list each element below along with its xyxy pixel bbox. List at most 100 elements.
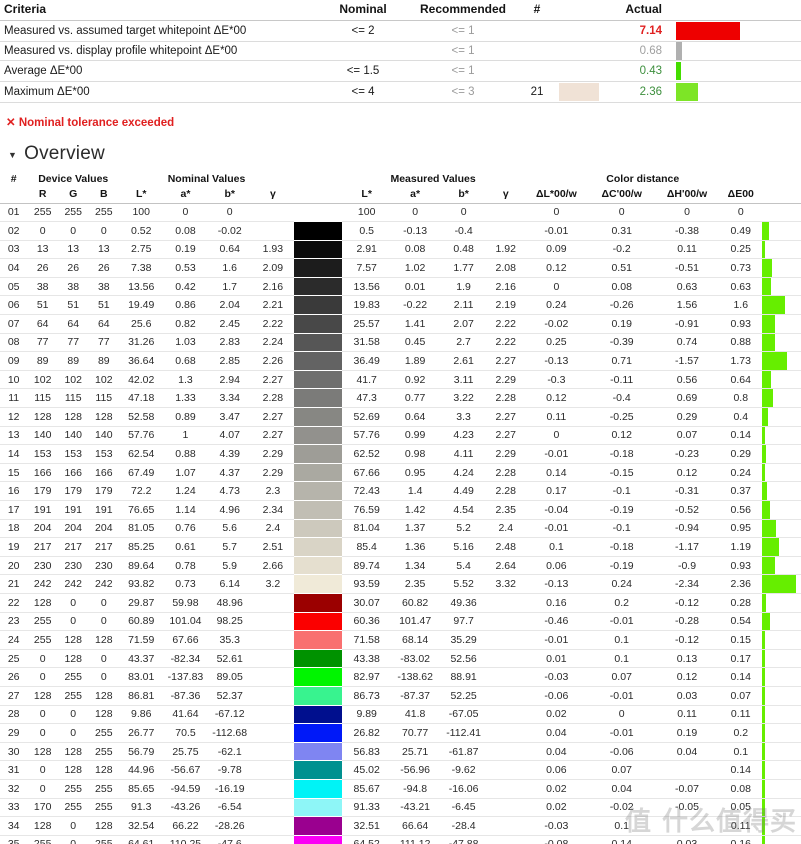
table-row: 14 153 153 153 62.54 0.88 4.39 2.29 62.52 0.98 4.1… xyxy=(0,444,801,464)
grid-cell-B: 64 xyxy=(88,314,120,334)
grid-cell-nb: 35.3 xyxy=(207,630,252,650)
chevron-down-icon[interactable]: ▼ xyxy=(8,150,17,160)
delta-e-bar xyxy=(761,463,766,482)
grid-cell-color-swatch xyxy=(293,315,343,334)
grid-col-index xyxy=(0,186,28,204)
grid-cell-nb: 98.25 xyxy=(207,612,252,632)
grid-cell-dH: 0.07 xyxy=(654,426,720,446)
delta-e-bar xyxy=(761,761,765,779)
grid-cell-color-swatch xyxy=(293,612,343,631)
grid-cell-dH: -0.12 xyxy=(654,593,720,613)
grid-cell-color-swatch xyxy=(293,445,343,464)
grid-cell-dE: 0.95 xyxy=(719,519,762,539)
grid-cell-G: 255 xyxy=(57,203,89,223)
grid-cell-dL: -0.13 xyxy=(523,574,590,594)
grid-cell-dH: -0.05 xyxy=(654,798,720,818)
grid-cell-G: 64 xyxy=(57,314,89,334)
criteria-cell-result: OK ✓✓ xyxy=(781,60,801,82)
color-swatch xyxy=(293,798,343,817)
grid-cell-mL: 64.52 xyxy=(342,835,391,844)
grid-cell-ng: 2.27 xyxy=(251,426,294,446)
grid-cell-mg xyxy=(487,779,524,799)
grid-cell-dE: 0.88 xyxy=(719,333,762,353)
criteria-cell-nominal: <= 2 xyxy=(318,20,408,42)
grid-cell-mg: 2.22 xyxy=(487,314,524,334)
grid-cell-B: 0 xyxy=(88,612,120,632)
grid-cell-dC: -0.1 xyxy=(589,519,655,539)
grid-cell-dC: 0.1 xyxy=(589,630,655,650)
grid-cell-i: 30 xyxy=(0,742,28,762)
grid-cell-mg xyxy=(487,630,524,650)
grid-cell-dH: -2.34 xyxy=(654,574,720,594)
table-row: 22 128 0 0 29.87 59.98 48.96 30.07 60.82 49.36 0.1… xyxy=(0,593,801,613)
overview-section-header[interactable]: ▼ Overview xyxy=(0,129,801,171)
grid-cell-i: 28 xyxy=(0,705,28,725)
criteria-cell-bar xyxy=(676,60,781,82)
grid-cell-dC: -0.01 xyxy=(589,723,655,743)
grid-cell-G: 26 xyxy=(57,258,89,278)
grid-cell-mg: 2.08 xyxy=(487,258,524,278)
grid-cell-dC: -0.26 xyxy=(589,295,655,316)
grid-cell-dL: 0.06 xyxy=(523,556,590,576)
color-swatch xyxy=(293,352,343,370)
grid-cell-R: 217 xyxy=(27,537,58,557)
grid-cell-R: 191 xyxy=(27,500,58,520)
table-row: 09 89 89 89 36.64 0.68 2.85 2.26 36.49 1.89 2.61 2.… xyxy=(0,351,801,371)
grid-cell-dH: -0.31 xyxy=(654,481,720,501)
grid-cell-na: 1.07 xyxy=(163,463,208,483)
grid-cell-dC: 0 xyxy=(589,705,655,725)
grid-cell-ma: 1.89 xyxy=(390,351,440,371)
grid-cell-B: 255 xyxy=(88,835,120,844)
grid-cell-mb: 88.91 xyxy=(439,667,488,687)
grid-cell-i: 05 xyxy=(0,277,28,297)
table-row: 10 102 102 102 42.02 1.3 2.94 2.27 41.7 0.92 3.11 2… xyxy=(0,370,801,390)
table-row: 05 38 38 38 13.56 0.42 1.7 2.16 13.56 0.01 1.9 2.16… xyxy=(0,277,801,297)
grid-cell-G: 0 xyxy=(57,221,89,241)
grid-cell-R: 255 xyxy=(27,612,58,632)
criteria-cell-swatch xyxy=(556,41,604,61)
grid-cell-mb: -112.41 xyxy=(439,723,488,743)
grid-cell-dL: 0.16 xyxy=(523,593,590,613)
grid-cell-bar xyxy=(761,630,801,650)
grid-cell-dL: 0.02 xyxy=(523,779,590,799)
grid-cell-ng: 2.3 xyxy=(251,481,294,501)
criteria-cell-count xyxy=(518,60,556,82)
grid-col-r: R xyxy=(27,186,58,204)
grid-cell-G: 128 xyxy=(57,407,89,427)
grid-cell-dE: 0.93 xyxy=(719,314,762,334)
grid-cell-dH xyxy=(654,816,720,836)
grid-cell-mb: -47.88 xyxy=(439,835,488,844)
grid-cell-dL: 0.06 xyxy=(523,760,590,780)
grid-cell-G: 255 xyxy=(57,798,89,818)
grid-cell-B: 204 xyxy=(88,519,120,539)
table-row: 24 255 128 128 71.59 67.66 35.3 71.58 68.14 35.29… xyxy=(0,630,801,650)
grid-cell-dC: -0.1 xyxy=(589,481,655,501)
grid-cell-color-swatch xyxy=(293,259,343,278)
grid-cell-nL: 0.52 xyxy=(119,221,164,241)
delta-e-bar xyxy=(761,333,775,352)
grid-cell-dC: -0.15 xyxy=(589,463,655,483)
grid-cell-nb: 3.47 xyxy=(207,407,252,427)
grid-cell-dH: -0.07 xyxy=(654,779,720,799)
grid-cell-nb: -6.54 xyxy=(207,798,252,818)
grid-cell-dL: 0.12 xyxy=(523,388,590,409)
color-swatch xyxy=(293,426,343,445)
grid-cell-na: 41.64 xyxy=(163,705,208,725)
grid-cell-nL: 71.59 xyxy=(119,630,164,650)
grid-cell-ma: 0.45 xyxy=(390,333,440,353)
grid-cell-dC: 0 xyxy=(589,203,655,223)
grid-cell-dL: 0 xyxy=(523,426,590,446)
grid-cell-mL: 85.67 xyxy=(342,779,391,799)
delta-e-bar xyxy=(761,705,765,724)
grid-cell-ng: 3.2 xyxy=(251,574,294,594)
grid-cell-R: 166 xyxy=(27,463,58,483)
grid-cell-B: 26 xyxy=(88,258,120,278)
grid-cell-i: 14 xyxy=(0,444,28,464)
grid-cell-B: 166 xyxy=(88,463,120,483)
grid-cell-color-swatch xyxy=(293,389,343,408)
table-row: 30 128 128 255 56.79 25.75 -62.1 56.83 25.71 -61.… xyxy=(0,742,801,762)
color-swatch xyxy=(293,686,343,705)
grid-cell-dC: 0.1 xyxy=(589,649,655,669)
grid-cell-nb: 2.83 xyxy=(207,333,252,353)
grid-cell-dH: 0.13 xyxy=(654,649,720,669)
